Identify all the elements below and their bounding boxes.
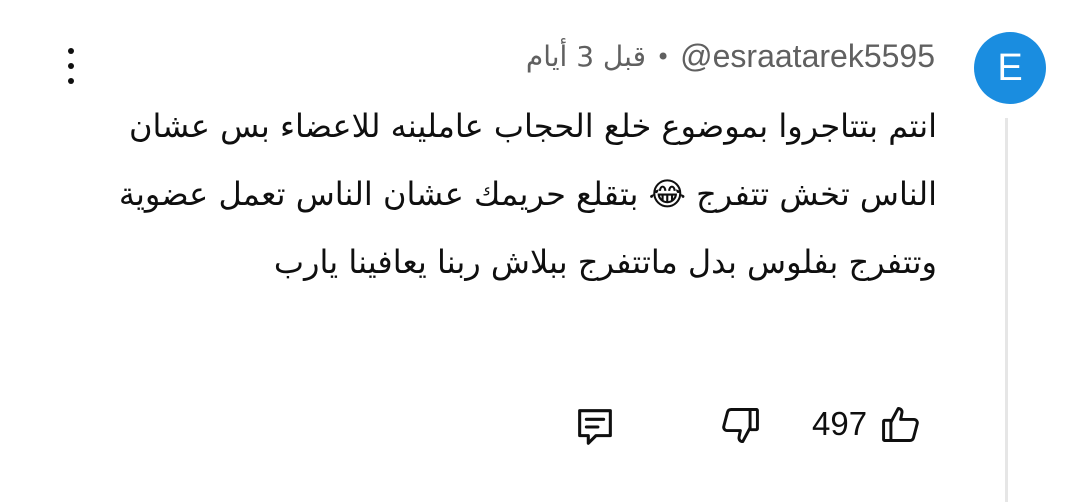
more-vertical-icon: [68, 48, 74, 54]
more-options-button[interactable]: [56, 42, 86, 90]
more-vertical-icon-dot: [68, 78, 74, 84]
meta-separator: •: [655, 42, 671, 71]
dislike-button[interactable]: [718, 404, 762, 452]
author-handle[interactable]: @esraatarek5595: [680, 38, 935, 75]
comment-header: @esraatarek5595 • قبل 3 أيام: [526, 38, 935, 75]
comment-text: انتم بتتاجروا بموضوع خلع الحجاب عاملينه …: [118, 107, 937, 281]
thumbs-down-icon: [722, 408, 759, 444]
more-vertical-icon-dot: [68, 63, 74, 69]
avatar[interactable]: E: [974, 32, 1046, 104]
like-group: 497: [812, 402, 923, 446]
thumbs-up-icon: [882, 406, 919, 442]
reply-button[interactable]: [572, 404, 618, 454]
reply-comment-icon: [578, 409, 612, 445]
avatar-letter: E: [997, 46, 1023, 89]
thread-line: [1005, 118, 1008, 502]
like-button[interactable]: [879, 402, 923, 446]
like-count: 497: [812, 405, 868, 442]
comment-time-ago: قبل 3 أيام: [525, 40, 646, 73]
